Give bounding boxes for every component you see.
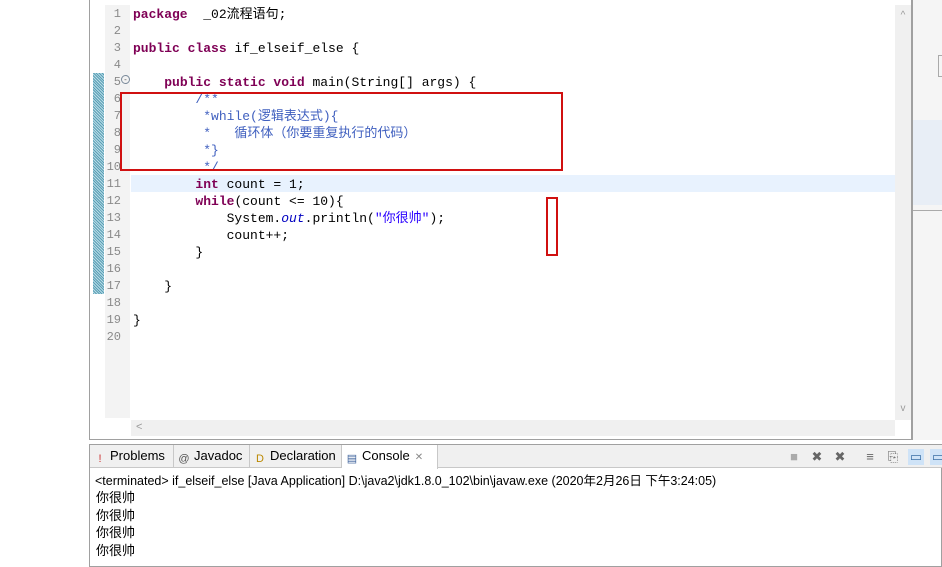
keyword: package <box>133 7 188 22</box>
close-icon[interactable]: ✕ <box>415 452 423 463</box>
code-token: System. <box>133 211 282 226</box>
tab-label: Problems <box>110 448 165 463</box>
keyword: while <box>195 194 235 209</box>
console-output-line: 你很帅 <box>96 542 136 558</box>
code-token: } <box>133 279 173 294</box>
line-number: 4 <box>113 58 121 72</box>
code-token: } <box>133 313 141 328</box>
display-console-icon[interactable]: ▭ <box>930 449 942 465</box>
console-status: <terminated> if_elseif_else [Java Applic… <box>95 474 717 488</box>
pin-console-icon[interactable]: ▭ <box>908 449 924 465</box>
line-number: 8 <box>113 126 121 140</box>
horizontal-scrollbar[interactable]: < <box>131 420 895 436</box>
problems-icon: ! <box>98 453 102 465</box>
line-number: 14 <box>106 228 121 242</box>
code-token: args) { <box>421 75 477 90</box>
remove-launch-icon[interactable]: ✖ <box>809 449 825 465</box>
code-line[interactable]: public static void main(String[] args) { <box>133 74 476 91</box>
fold-collapse-icon[interactable]: - <box>121 75 130 84</box>
console-output-line: 你很帅 <box>96 490 136 505</box>
code-token: count = 1; <box>218 177 305 192</box>
code-line[interactable]: int count = 1; <box>133 176 305 193</box>
code-line[interactable]: public class if_elseif_else { <box>133 40 359 57</box>
keyword: int <box>195 177 219 192</box>
scroll-down-icon[interactable]: v <box>895 403 911 414</box>
line-number: 1 <box>113 7 121 21</box>
tab-label: Console <box>362 448 410 463</box>
tab-console[interactable]: ▤ Console ✕ <box>342 445 438 469</box>
code-token: ); <box>429 211 446 226</box>
code-token: _02流程语句; <box>187 7 287 22</box>
line-number: 9 <box>113 143 121 157</box>
keyword: public static void <box>164 75 305 90</box>
scroll-lock-icon[interactable]: ≡ <box>862 449 878 465</box>
vertical-scrollbar[interactable]: ^ v <box>895 5 911 420</box>
code-line[interactable]: System.out.println("你很帅"); <box>133 210 445 227</box>
tab-label: Declaration <box>270 448 336 463</box>
line-number: 7 <box>113 109 121 123</box>
javadoc-icon: @ <box>178 453 190 465</box>
panel-control <box>938 55 942 77</box>
keyword: public <box>133 41 180 56</box>
code-token: count++; <box>133 228 290 243</box>
remove-all-icon[interactable]: ✖ <box>832 449 848 465</box>
annotation-box-comment <box>120 92 563 171</box>
code-line[interactable]: } <box>133 278 172 295</box>
line-number: 19 <box>106 313 121 327</box>
line-number: 12 <box>106 194 121 208</box>
panel-selection <box>913 120 942 205</box>
line-number: 10 <box>106 160 121 174</box>
word-wrap-icon[interactable]: ⎘ <box>885 449 901 465</box>
code-token: if_elseif_else { <box>226 41 360 56</box>
line-number: 5 <box>113 75 121 89</box>
line-number: 20 <box>106 330 121 344</box>
string-literal: "你很帅" <box>374 211 430 226</box>
panel-divider <box>913 210 942 235</box>
scroll-left-icon[interactable]: < <box>136 421 142 433</box>
line-number: 18 <box>106 296 121 310</box>
code-line[interactable]: } <box>133 244 203 261</box>
tab-declaration[interactable]: D Declaration <box>250 445 342 468</box>
line-number: 6 <box>113 92 121 106</box>
console-output-line: 你很帅 <box>96 507 136 523</box>
code-token: (count <= 10){ <box>234 194 344 209</box>
console-output-line: 你很帅 <box>96 525 136 540</box>
line-number: 17 <box>106 279 121 293</box>
line-number: 11 <box>106 177 121 191</box>
code-token: .println( <box>304 211 375 226</box>
declaration-icon: D <box>256 453 264 465</box>
annotation-box-small <box>546 197 558 256</box>
code-line[interactable]: count++; <box>133 227 289 244</box>
tab-javadoc[interactable]: @ Javadoc <box>174 445 250 468</box>
line-number: 3 <box>113 41 121 55</box>
console-icon: ▤ <box>346 453 358 465</box>
code-line[interactable]: package _02流程语句; <box>133 6 286 23</box>
code-token: main(String[] <box>304 75 422 90</box>
line-number: 2 <box>113 24 121 38</box>
code-line[interactable]: while(count <= 10){ <box>133 193 344 210</box>
static-field: out <box>281 211 305 226</box>
tab-problems[interactable]: ! Problems <box>90 445 174 468</box>
tab-label: Javadoc <box>194 448 243 463</box>
scroll-up-icon[interactable]: ^ <box>895 10 911 21</box>
code-token: } <box>133 245 204 260</box>
line-number: 13 <box>106 211 121 225</box>
right-side-panel <box>912 0 942 440</box>
terminate-icon[interactable]: ■ <box>786 449 802 465</box>
line-number: 16 <box>106 262 121 276</box>
keyword: class <box>179 41 227 56</box>
change-ruler <box>93 73 104 294</box>
line-number: 15 <box>106 245 121 259</box>
code-line[interactable]: } <box>133 312 141 329</box>
